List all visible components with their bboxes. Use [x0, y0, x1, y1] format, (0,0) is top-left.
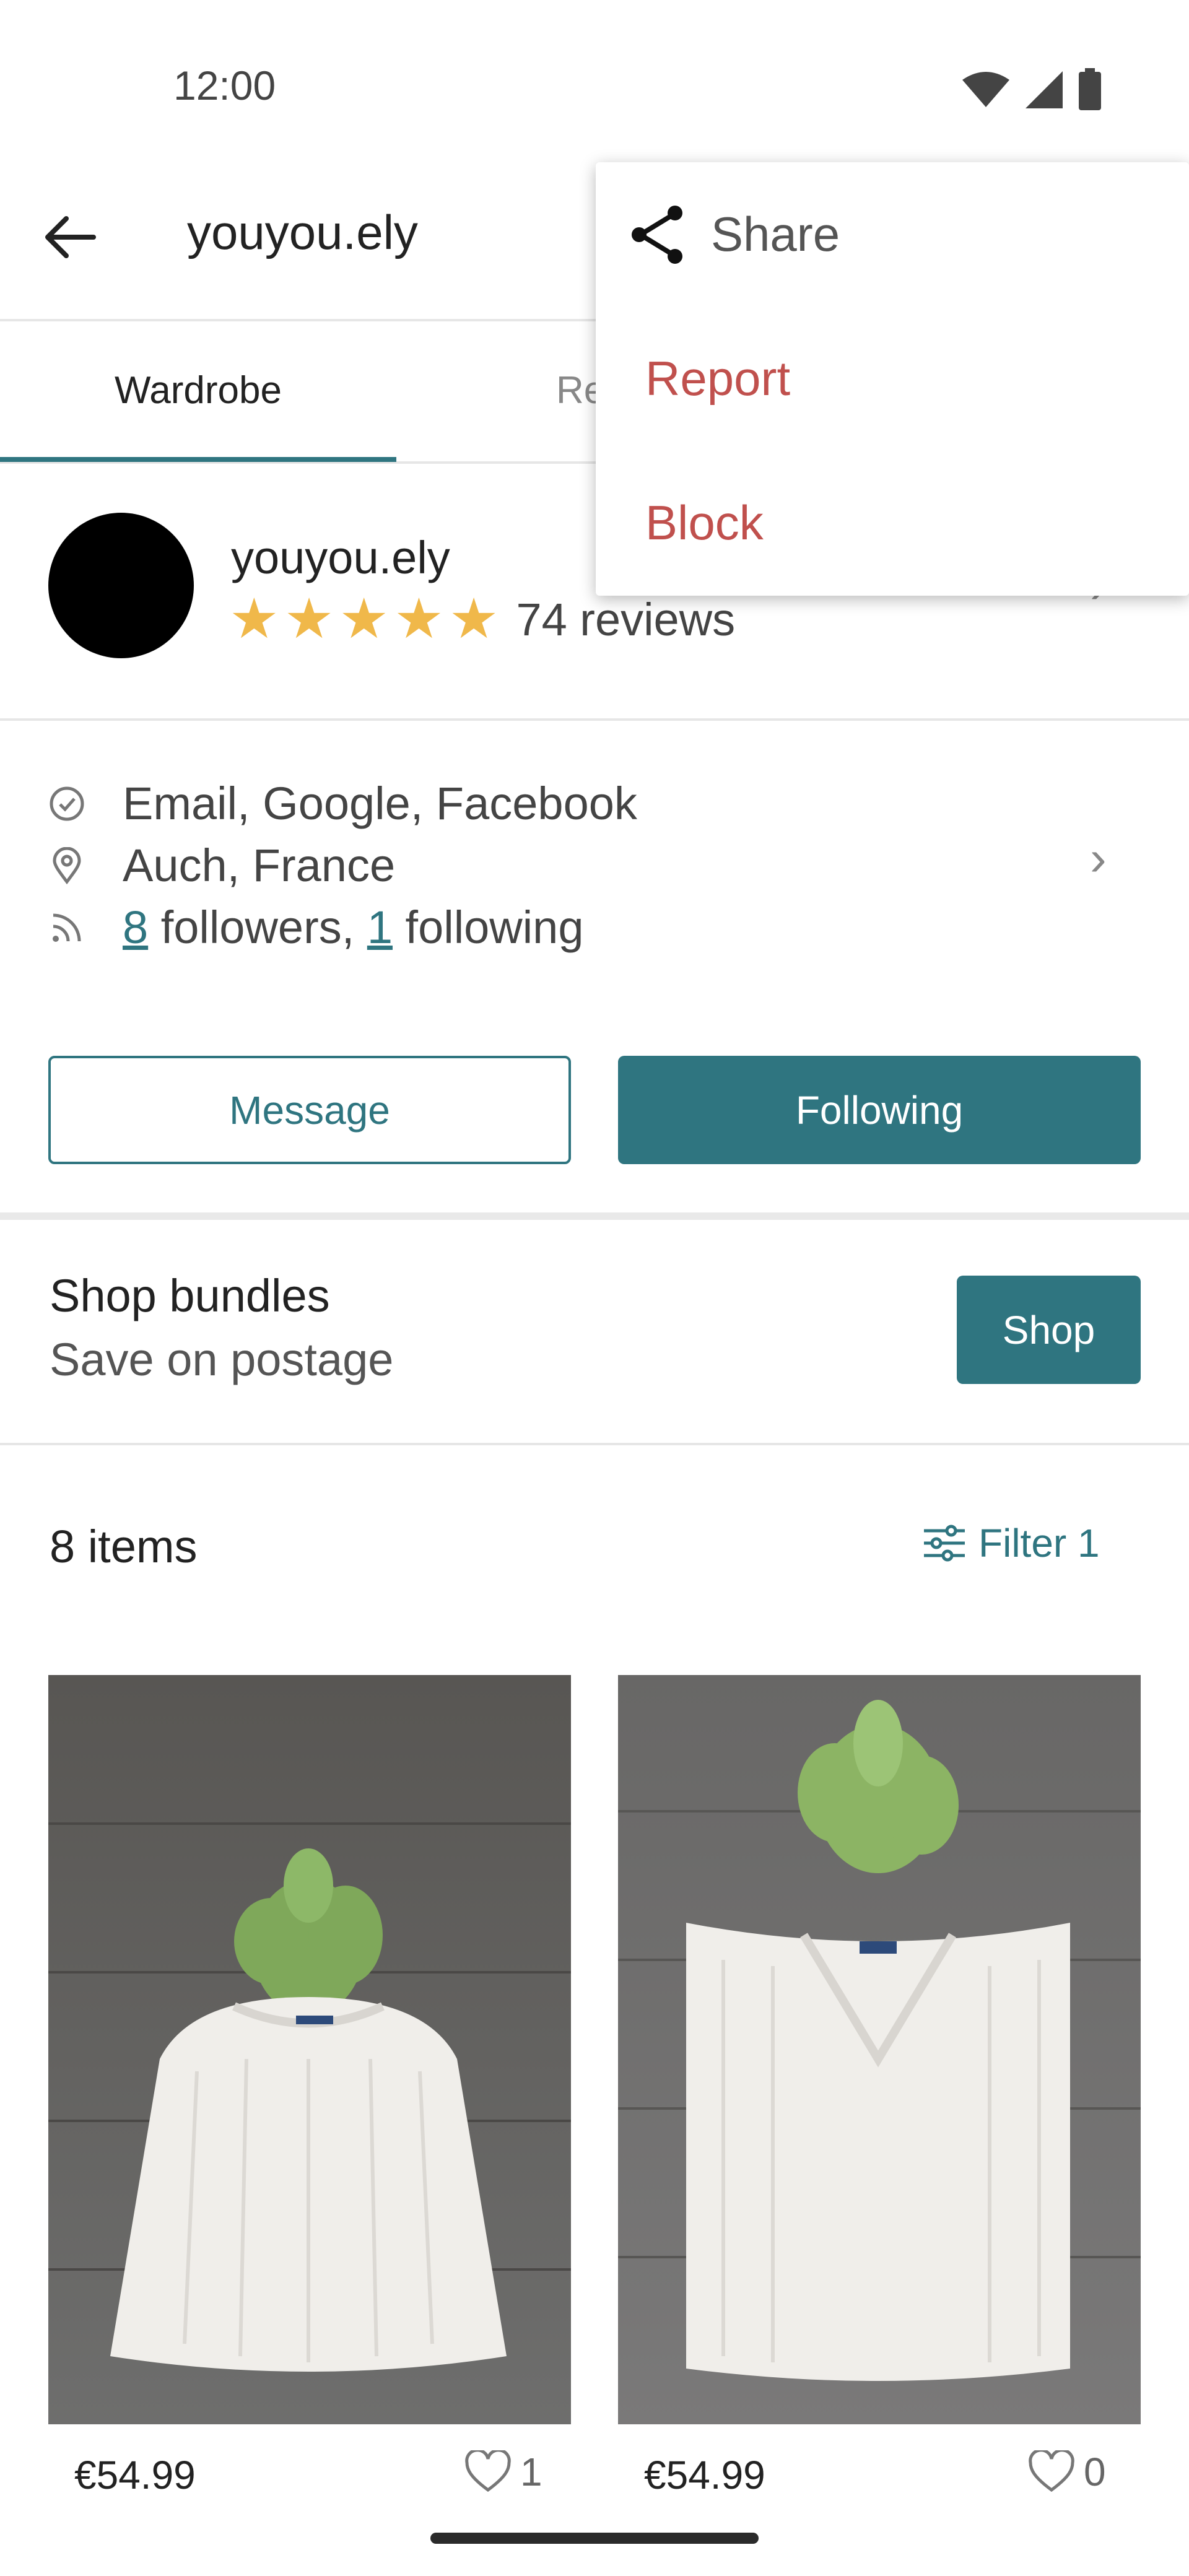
divider — [0, 1443, 1189, 1445]
heart-icon — [1029, 2450, 1074, 2492]
filter-button[interactable]: Filter 1 — [923, 1520, 1100, 1566]
item-photo[interactable] — [618, 1675, 1141, 2424]
share-icon — [632, 205, 682, 264]
bundles-title: Shop bundles — [50, 1270, 330, 1321]
check-circle-icon — [48, 785, 85, 822]
heart-icon — [465, 2450, 511, 2492]
star-icon: ★ — [284, 588, 334, 650]
message-button[interactable]: Message — [48, 1056, 571, 1164]
item-price: €54.99 — [644, 2453, 765, 2497]
home-indicator[interactable] — [430, 2533, 759, 2544]
chevron-right-icon[interactable]: › — [1090, 830, 1107, 887]
followers-row: 8 followers, 1 following — [48, 901, 584, 954]
following-link[interactable]: 1 — [367, 901, 393, 954]
page-title: youyou.ely — [187, 205, 418, 259]
star-icon: ★ — [339, 588, 390, 650]
location-pin-icon — [48, 846, 85, 884]
rss-icon — [48, 909, 85, 946]
following-button[interactable]: Following — [618, 1056, 1141, 1164]
like-count: 0 — [1084, 2450, 1106, 2494]
avatar — [48, 513, 194, 658]
location-text: Auch, France — [123, 840, 396, 891]
menu-item-share[interactable]: Share — [596, 162, 1189, 307]
items-count: 8 items — [50, 1521, 198, 1572]
bundles-subtitle: Save on postage — [50, 1334, 394, 1385]
profile-name: youyou.ely — [231, 532, 450, 583]
tab-wardrobe[interactable]: Wardrobe — [0, 319, 396, 461]
menu-share-label: Share — [711, 207, 840, 261]
menu-report-label: Report — [645, 351, 791, 406]
reviews-count: 74 reviews — [516, 593, 736, 645]
followers-text: followers, — [148, 902, 367, 953]
overflow-menu: Share Report Block — [596, 162, 1189, 596]
menu-block-label: Block — [645, 495, 764, 550]
menu-item-block[interactable]: Block — [596, 451, 1189, 595]
status-icons — [961, 68, 1102, 111]
back-arrow-icon[interactable] — [40, 207, 100, 267]
status-time: 12:00 — [173, 63, 276, 108]
following-text: following — [392, 902, 584, 953]
shop-bundles-button[interactable]: Shop — [957, 1276, 1141, 1384]
verified-text: Email, Google, Facebook — [123, 778, 637, 829]
like-button[interactable]: 1 — [464, 2449, 542, 2495]
star-icon: ★ — [394, 588, 444, 650]
like-count: 1 — [520, 2450, 542, 2494]
wifi-icon — [962, 72, 1009, 107]
star-icon: ★ — [448, 588, 499, 650]
menu-item-report[interactable]: Report — [596, 307, 1189, 451]
battery-icon — [1079, 68, 1101, 110]
item-price: €54.99 — [74, 2453, 196, 2497]
item-photo[interactable] — [48, 1675, 571, 2424]
filter-label: Filter 1 — [978, 1521, 1100, 1565]
location-row[interactable]: Auch, France — [48, 839, 395, 892]
followers-link[interactable]: 8 — [123, 901, 148, 954]
like-button[interactable]: 0 — [1028, 2449, 1106, 2495]
verified-row: Email, Google, Facebook — [48, 777, 637, 830]
filter-sliders-icon — [924, 1525, 965, 1562]
divider — [0, 1212, 1189, 1220]
rating: ★ ★ ★ ★ ★ 74 reviews — [229, 591, 735, 647]
signal-icon — [1026, 71, 1063, 108]
star-icon: ★ — [229, 588, 279, 650]
